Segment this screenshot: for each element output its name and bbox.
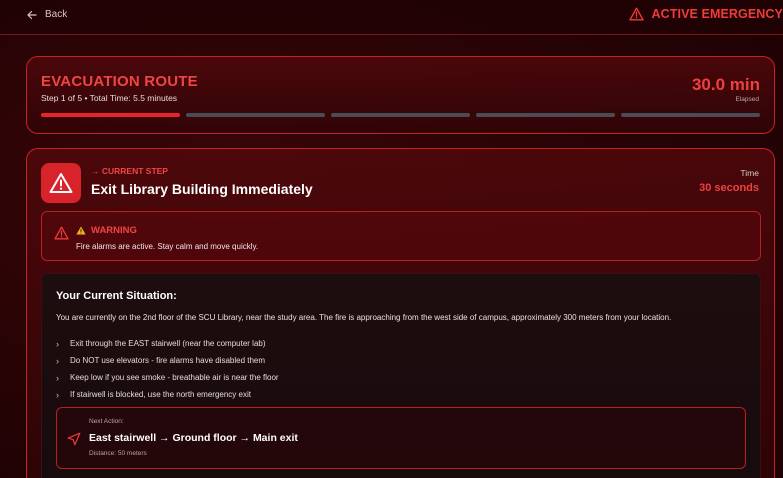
- progress-segment: [186, 113, 325, 117]
- progress-segment: [331, 113, 470, 117]
- situation-title: Your Current Situation:: [56, 290, 177, 302]
- instruction-text: If stairwell is blocked, use the north e…: [70, 390, 251, 399]
- active-emergency-indicator: ACTIVE EMERGENCY: [628, 7, 783, 21]
- warning-title-text: WARNING: [91, 225, 137, 236]
- step-title: Exit Library Building Immediately: [91, 181, 313, 197]
- chevron-right-icon: ›: [56, 372, 59, 383]
- progress-segment: [621, 113, 760, 117]
- progress-segment: [41, 113, 180, 117]
- step-progress-bar: [41, 113, 760, 117]
- route-title: EVACUATION ROUTE: [41, 73, 198, 90]
- current-step-label: → CURRENT STEP: [91, 166, 168, 176]
- progress-segment: [476, 113, 615, 117]
- evacuation-route-card: EVACUATION ROUTE Step 1 of 5 • Total Tim…: [26, 56, 775, 134]
- warning-text: Fire alarms are active. Stay calm and mo…: [76, 242, 259, 251]
- time-value: 30 seconds: [699, 182, 759, 194]
- elapsed-label: Elapsed: [735, 96, 760, 103]
- time-label: Time: [740, 168, 759, 178]
- instruction-text: Do NOT use elevators - fire alarms have …: [70, 356, 266, 365]
- back-label: Back: [45, 9, 68, 20]
- next-action-route: East stairwell → Ground floor → Main exi…: [89, 432, 298, 444]
- chevron-right-icon: ›: [56, 355, 59, 366]
- list-item: › Keep low if you see smoke - breathable …: [56, 369, 279, 386]
- warning-sign-icon: [76, 226, 86, 235]
- step-alert-badge: [41, 163, 81, 203]
- situation-panel: Your Current Situation: You are currentl…: [41, 273, 761, 478]
- instruction-list: › Exit through the EAST stairwell (near t…: [56, 335, 279, 403]
- back-button[interactable]: Back: [27, 9, 67, 20]
- instruction-text: Exit through the EAST stairwell (near th…: [70, 339, 266, 348]
- list-item: › Do NOT use elevators - fire alarms have…: [56, 352, 279, 369]
- warning-title: WARNING: [76, 225, 137, 236]
- list-item: › If stairwell is blocked, use the north …: [56, 386, 279, 403]
- chevron-right-icon: ›: [56, 389, 59, 400]
- warning-box: WARNING Fire alarms are active. Stay cal…: [41, 211, 761, 261]
- next-action-distance: Distance: 50 meters: [89, 450, 147, 457]
- alert-triangle-icon: [49, 173, 73, 193]
- route-subtitle: Step 1 of 5 • Total Time: 5.5 minutes: [41, 93, 178, 103]
- top-bar: Back ACTIVE EMERGENCY: [0, 0, 783, 35]
- emergency-label: ACTIVE EMERGENCY: [651, 7, 783, 21]
- arrow-left-icon: [27, 10, 37, 19]
- alert-triangle-icon: [54, 226, 69, 240]
- situation-description: You are currently on the 2nd floor of th…: [56, 313, 672, 322]
- next-action-label: Next Action:: [89, 418, 124, 425]
- alert-triangle-icon: [628, 7, 644, 21]
- navigation-arrow-icon: [67, 432, 81, 446]
- list-item: › Exit through the EAST stairwell (near t…: [56, 335, 279, 352]
- elapsed-time: 30.0 min: [691, 75, 760, 94]
- instruction-text: Keep low if you see smoke - breathable a…: [70, 373, 279, 382]
- next-action-box: Next Action: East stairwell → Ground flo…: [56, 407, 746, 469]
- chevron-right-icon: ›: [56, 338, 59, 349]
- current-step-card: → CURRENT STEP Exit Library Building Imm…: [26, 148, 775, 478]
